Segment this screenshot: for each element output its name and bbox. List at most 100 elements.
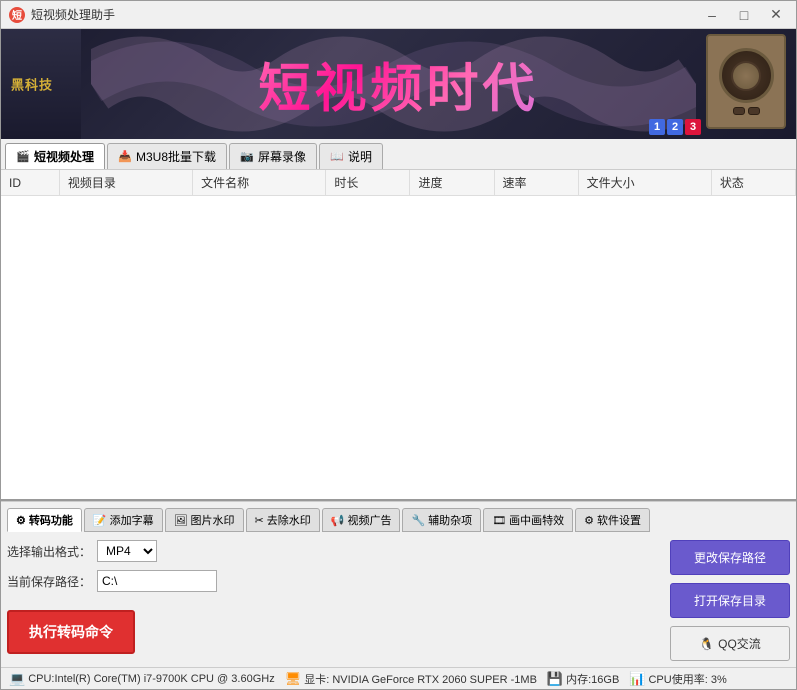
main-window: 短 短视频处理助手 – □ ✕ 黑科技 短视频时代 [0, 0, 797, 690]
open-path-button[interactable]: 打开保存目录 [670, 583, 790, 618]
bottom-tab-settings[interactable]: ⚙ 软件设置 [575, 508, 650, 532]
transcode-icon: ⚙ [16, 514, 26, 527]
execute-button[interactable]: 执行转码命令 [7, 610, 135, 654]
path-row: 当前保存路径： [7, 570, 660, 592]
banner-radio [706, 34, 786, 129]
path-input[interactable] [97, 570, 217, 592]
app-icon: 短 [9, 7, 25, 23]
path-label: 当前保存路径： [7, 573, 91, 590]
banner-subtitle: 黑科技 [11, 75, 53, 94]
col-id: ID [1, 170, 59, 196]
help-tab-label: 说明 [348, 148, 372, 165]
minimize-button[interactable]: – [700, 6, 724, 24]
bottom-section: ⚙ 转码功能 📝 添加字幕 🖼 图片水印 ✂ 去除水印 📢 视频广告 [1, 501, 796, 667]
tab-screen[interactable]: 📷 屏幕录像 [229, 143, 317, 169]
status-bar: 💻 CPU:Intel(R) Core(TM) i7-9700K CPU @ 3… [1, 667, 796, 689]
usage-text: CPU使用率: 3% [648, 671, 726, 687]
watermark-img-label: 图片水印 [191, 512, 235, 528]
subtitle-icon: 📝 [93, 514, 107, 527]
assistant-icon: 🔧 [411, 514, 425, 527]
cpu-status: 💻 CPU:Intel(R) Core(TM) i7-9700K CPU @ 3… [9, 671, 275, 687]
col-duration: 时长 [326, 170, 410, 196]
transcode-label: 转码功能 [29, 512, 73, 528]
bottom-tabs: ⚙ 转码功能 📝 添加字幕 🖼 图片水印 ✂ 去除水印 📢 视频广告 [7, 508, 790, 532]
gpu-text: 显卡: NVIDIA GeForce RTX 2060 SUPER -1MB [304, 671, 537, 687]
cpu-text: CPU:Intel(R) Core(TM) i7-9700K CPU @ 3.6… [28, 673, 275, 685]
format-row: 选择输出格式： MP4 AVI MKV MOV FLV WMV [7, 540, 660, 562]
change-path-button[interactable]: 更改保存路径 [670, 540, 790, 575]
assistant-label: 辅助杂项 [428, 512, 472, 528]
close-button[interactable]: ✕ [764, 6, 788, 24]
bottom-tab-pip[interactable]: 🎞 画中画特效 [483, 508, 573, 532]
banner-left-decoration: 黑科技 [1, 29, 81, 139]
col-dir: 视频目录 [59, 170, 192, 196]
usage-status: 📊 CPU使用率: 3% [629, 671, 726, 687]
mem-status: 💾 内存:16GB [547, 671, 619, 687]
radio-dial [733, 107, 760, 115]
tab-video[interactable]: 🎬 短视频处理 [5, 143, 105, 169]
table-area: ID 视频目录 文件名称 时长 进度 速率 文件大小 状态 [1, 170, 796, 501]
bottom-tab-remove-wm[interactable]: ✂ 去除水印 [246, 508, 320, 532]
cpu-icon: 💻 [9, 671, 25, 687]
gpu-icon: 🖥 [285, 671, 302, 687]
bottom-tab-transcode[interactable]: ⚙ 转码功能 [7, 508, 82, 532]
usage-icon: 📊 [629, 671, 645, 687]
m3u8-tab-label: M3U8批量下载 [136, 148, 216, 165]
bottom-right: 更改保存路径 打开保存目录 🐧 QQ交流 [670, 540, 790, 661]
col-speed: 速率 [494, 170, 578, 196]
banner-num-1: 1 [649, 119, 665, 135]
qq-icon: 🐧 [699, 637, 714, 651]
radio-knob-1 [733, 107, 745, 115]
video-ad-icon: 📢 [331, 514, 345, 527]
banner-main-title: 短视频时代 [258, 47, 538, 122]
format-select[interactable]: MP4 AVI MKV MOV FLV WMV [97, 540, 157, 562]
subtitle-label: 添加字幕 [110, 512, 154, 528]
radio-knob-2 [748, 107, 760, 115]
tab-m3u8[interactable]: 📥 M3U8批量下载 [107, 143, 227, 169]
col-progress: 进度 [410, 170, 494, 196]
m3u8-tab-icon: 📥 [118, 150, 132, 164]
gpu-status: 🖥 显卡: NVIDIA GeForce RTX 2060 SUPER -1MB [285, 671, 537, 687]
remove-wm-label: 去除水印 [267, 512, 311, 528]
pip-icon: 🎞 [492, 514, 506, 527]
maximize-button[interactable]: □ [732, 6, 756, 24]
radio-speaker [719, 48, 774, 103]
bottom-left: 选择输出格式： MP4 AVI MKV MOV FLV WMV 当前保存路径： [7, 540, 660, 661]
banner-num-3: 3 [685, 119, 701, 135]
help-tab-icon: 📖 [330, 150, 344, 164]
banner-numbers: 1 2 3 [649, 119, 701, 135]
bottom-tab-assistant[interactable]: 🔧 辅助杂项 [402, 508, 481, 532]
col-status: 状态 [711, 170, 795, 196]
screen-tab-icon: 📷 [240, 150, 254, 164]
mem-text: 内存:16GB [566, 671, 619, 687]
col-size: 文件大小 [578, 170, 711, 196]
video-tab-icon: 🎬 [16, 150, 30, 164]
settings-label: 软件设置 [597, 512, 641, 528]
qq-button[interactable]: 🐧 QQ交流 [670, 626, 790, 661]
bottom-content: 选择输出格式： MP4 AVI MKV MOV FLV WMV 当前保存路径： [7, 540, 790, 661]
settings-icon: ⚙ [584, 514, 594, 527]
radio-speaker-inner [731, 61, 761, 91]
pip-label: 画中画特效 [509, 512, 564, 528]
window-title: 短视频处理助手 [31, 6, 700, 23]
window-controls: – □ ✕ [700, 6, 788, 24]
video-ad-label: 视频广告 [347, 512, 391, 528]
video-tab-label: 短视频处理 [34, 148, 94, 165]
mem-icon: 💾 [547, 671, 563, 687]
toolbar: 🎬 短视频处理 📥 M3U8批量下载 📷 屏幕录像 📖 说明 [1, 139, 796, 170]
banner-num-2: 2 [667, 119, 683, 135]
bottom-tab-watermark-img[interactable]: 🖼 图片水印 [165, 508, 244, 532]
content-wrapper: 🎬 短视频处理 📥 M3U8批量下载 📷 屏幕录像 📖 说明 ID [1, 139, 796, 667]
bottom-tab-subtitle[interactable]: 📝 添加字幕 [84, 508, 163, 532]
format-label: 选择输出格式： [7, 543, 91, 560]
qq-label: QQ交流 [718, 635, 761, 652]
remove-wm-icon: ✂ [255, 514, 264, 527]
bottom-tab-video-ad[interactable]: 📢 视频广告 [322, 508, 401, 532]
tab-help[interactable]: 📖 说明 [319, 143, 383, 169]
table-header-row: ID 视频目录 文件名称 时长 进度 速率 文件大小 状态 [1, 170, 796, 196]
title-bar: 短 短视频处理助手 – □ ✕ [1, 1, 796, 29]
data-table: ID 视频目录 文件名称 时长 进度 速率 文件大小 状态 [1, 170, 796, 196]
screen-tab-label: 屏幕录像 [258, 148, 306, 165]
col-name: 文件名称 [193, 170, 326, 196]
watermark-img-icon: 🖼 [174, 514, 188, 527]
